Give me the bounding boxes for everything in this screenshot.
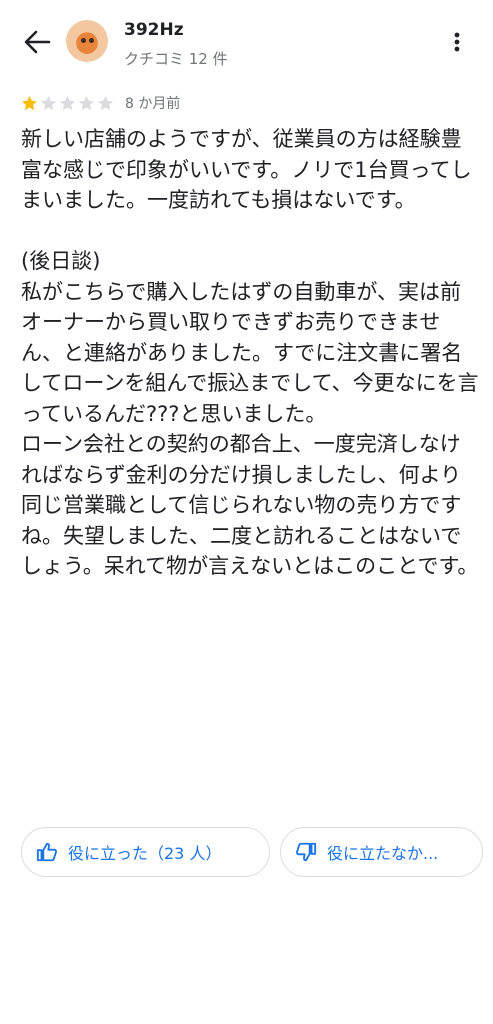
star-empty-icon (59, 95, 76, 110)
avatar-eye (89, 38, 94, 43)
star-rating (20, 94, 115, 113)
review-date: 8 か月前 (125, 96, 181, 112)
star-empty-icon (97, 95, 114, 110)
more-options-button[interactable] (447, 30, 467, 54)
helpful-button[interactable]: 役に立った（23 人） (21, 827, 270, 877)
not-helpful-label: 役に立たなか... (327, 844, 439, 863)
review-text: 新しい店舗のようですが、従業員の方は経験豊富な感じで印象がいいです。ノリで1台買… (21, 127, 479, 578)
star-empty-icon (40, 95, 57, 110)
review-count: クチコミ 12 件 (124, 50, 228, 68)
rating-row: 8 か月前 (20, 92, 180, 114)
more-vert-icon (454, 32, 460, 52)
arrow-left-icon (24, 30, 51, 54)
back-button[interactable] (22, 28, 52, 56)
thumb-up-icon (36, 842, 57, 862)
user-name[interactable]: 392Hz (124, 20, 184, 40)
star-filled-icon (21, 95, 38, 110)
avatar-eye (81, 38, 86, 43)
thumb-down-icon (296, 842, 317, 862)
star-empty-icon (78, 95, 95, 110)
review-header: 392Hz クチコミ 12 件 (0, 0, 493, 88)
not-helpful-button[interactable]: 役に立たなか... (280, 827, 483, 877)
avatar[interactable] (66, 20, 108, 62)
helpful-label: 役に立った（23 人） (68, 844, 222, 863)
